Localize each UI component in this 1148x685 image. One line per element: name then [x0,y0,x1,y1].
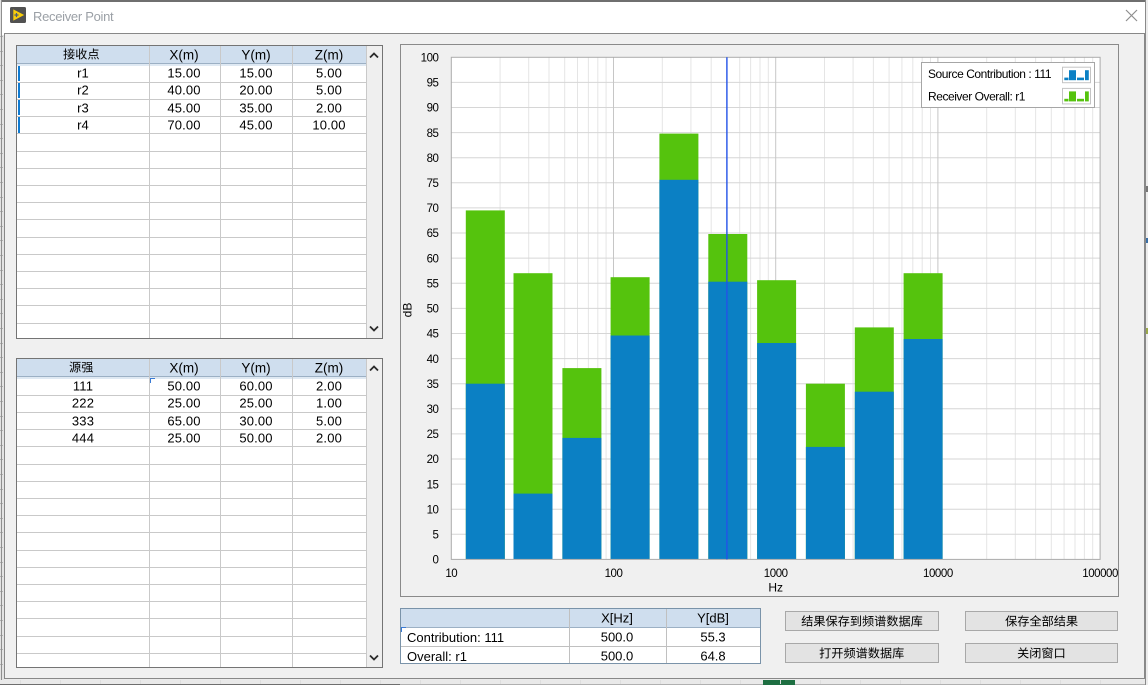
svg-text:Receiver Overall: r1: Receiver Overall: r1 [928,89,1026,103]
svg-text:55: 55 [427,278,439,290]
svg-text:95: 95 [427,78,439,90]
svg-text:25: 25 [427,429,439,441]
svg-text:65: 65 [427,228,439,240]
svg-text:10: 10 [445,568,457,580]
svg-text:0: 0 [433,555,439,567]
svg-text:85: 85 [427,128,439,140]
svg-text:45: 45 [427,329,439,341]
svg-text:80: 80 [427,153,439,165]
svg-text:75: 75 [427,178,439,190]
svg-text:5: 5 [433,530,439,542]
svg-text:Hz: Hz [768,581,783,595]
svg-text:1000: 1000 [764,568,788,580]
svg-text:70: 70 [427,203,439,215]
svg-text:60: 60 [427,253,439,265]
svg-text:15: 15 [427,479,439,491]
svg-text:Source Contribution : 111: Source Contribution : 111 [928,67,1052,81]
svg-text:100000: 100000 [1082,568,1118,580]
svg-text:50: 50 [427,304,439,316]
svg-text:90: 90 [427,103,439,115]
svg-text:35: 35 [427,379,439,391]
svg-text:dB: dB [401,303,415,318]
svg-text:10000: 10000 [923,568,953,580]
svg-text:40: 40 [427,354,439,366]
svg-text:30: 30 [427,404,439,416]
svg-text:20: 20 [427,454,439,466]
svg-text:100: 100 [605,568,623,580]
svg-text:10: 10 [427,504,439,516]
svg-text:100: 100 [421,53,439,65]
